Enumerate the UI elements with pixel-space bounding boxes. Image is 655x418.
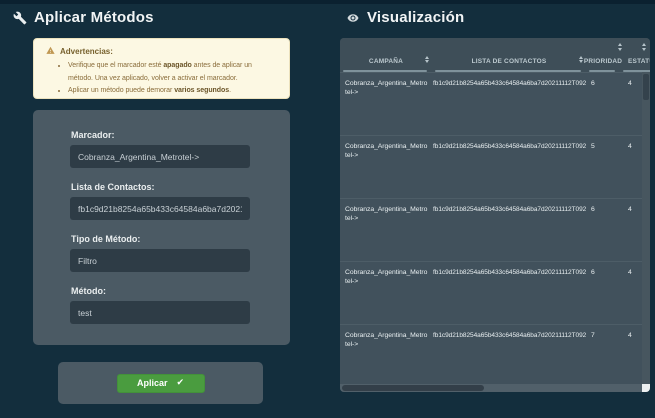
metodo-label: Método: — [71, 286, 250, 296]
table-row[interactable]: Cobranza_Argentina_Metrotel-> fb1c9d21b8… — [340, 72, 650, 135]
cell-lista-contactos: fb1c9d21b8254a65b433c64584a6ba7d20211112… — [432, 199, 586, 261]
cell-prioridad: 5 — [586, 136, 620, 198]
cell-campana: Cobranza_Argentina_Metrotel-> — [340, 262, 432, 324]
column-header-prioridad[interactable]: PRIORIDAD — [586, 38, 620, 72]
field-marcador: Marcador: — [70, 130, 250, 168]
visualization-title: Visualización — [346, 9, 464, 26]
metodo-input[interactable] — [70, 301, 250, 324]
apply-method-form: Marcador: Lista de Contactos: Tipo de Mé… — [33, 110, 290, 345]
warning-bullet-list: Verifique que el marcador esté apagado a… — [46, 60, 272, 98]
sort-icon[interactable] — [425, 56, 429, 64]
vertical-scrollbar[interactable] — [642, 72, 650, 384]
lista-contactos-input[interactable] — [70, 197, 250, 220]
table-header-row: CAMPAÑA LISTA DE CONTACTOS PRIORIDAD EST… — [340, 38, 650, 72]
warning-bullet: Aplicar un método puede demorar varios s… — [68, 85, 272, 98]
cell-prioridad: 6 — [586, 199, 620, 261]
visualization-table-panel: CAMPAÑA LISTA DE CONTACTOS PRIORIDAD EST… — [340, 38, 650, 392]
cell-lista-contactos: fb1c9d21b8254a65b433c64584a6ba7d20211112… — [432, 325, 586, 387]
vertical-scrollbar-thumb[interactable] — [643, 74, 649, 100]
table-row[interactable]: Cobranza_Argentina_Metrotel-> fb1c9d21b8… — [340, 261, 650, 324]
apply-button-label: Aplicar — [137, 378, 168, 388]
horizontal-scrollbar[interactable] — [340, 384, 642, 392]
apply-button[interactable]: Aplicar ✔ — [117, 374, 205, 393]
column-header-lista-contactos[interactable]: LISTA DE CONTACTOS — [432, 38, 586, 72]
top-edge-strip — [0, 0, 655, 4]
cell-campana: Cobranza_Argentina_Metrotel-> — [340, 199, 432, 261]
cell-prioridad: 6 — [586, 73, 620, 135]
warning-bullet: Verifique que el marcador esté apagado a… — [68, 60, 272, 85]
field-tipo-metodo: Tipo de Método: — [70, 234, 250, 272]
warning-title-label: Advertencias: — [60, 47, 113, 56]
cell-campana: Cobranza_Argentina_Metrotel-> — [340, 136, 432, 198]
table-row[interactable]: Cobranza_Argentina_Metrotel-> fb1c9d21b8… — [340, 198, 650, 261]
check-icon: ✔ — [176, 378, 184, 388]
field-metodo: Método: — [70, 286, 250, 324]
horizontal-scrollbar-thumb[interactable] — [342, 385, 484, 391]
cell-lista-contactos: fb1c9d21b8254a65b433c64584a6ba7d20211112… — [432, 73, 586, 135]
field-lista-contactos: Lista de Contactos: — [70, 182, 250, 220]
marcador-input[interactable] — [70, 145, 250, 168]
tipo-metodo-label: Tipo de Método: — [71, 234, 250, 244]
cell-campana: Cobranza_Argentina_Metrotel-> — [340, 73, 432, 135]
table-row[interactable]: Cobranza_Argentina_Metrotel-> fb1c9d21b8… — [340, 324, 650, 387]
sort-icon[interactable] — [579, 56, 583, 64]
marcador-label: Marcador: — [71, 130, 250, 140]
scrollbar-corner — [642, 384, 650, 392]
cell-lista-contactos: fb1c9d21b8254a65b433c64584a6ba7d20211112… — [432, 262, 586, 324]
column-header-campana[interactable]: CAMPAÑA — [340, 38, 432, 72]
eye-icon — [346, 12, 360, 24]
warning-triangle-icon — [46, 46, 55, 57]
cell-prioridad: 6 — [586, 262, 620, 324]
tipo-metodo-input[interactable] — [70, 249, 250, 272]
column-header-estatus[interactable]: ESTATUS — [620, 38, 650, 72]
lista-contactos-label: Lista de Contactos: — [71, 182, 250, 192]
wrench-icon — [13, 11, 27, 25]
apply-methods-title-label: Aplicar Métodos — [34, 9, 154, 26]
warnings-alert: Advertencias: Verifique que el marcador … — [33, 38, 290, 99]
apply-methods-title: Aplicar Métodos — [13, 9, 154, 26]
cell-prioridad: 7 — [586, 325, 620, 387]
cell-lista-contactos: fb1c9d21b8254a65b433c64584a6ba7d20211112… — [432, 136, 586, 198]
apply-button-card: Aplicar ✔ — [58, 362, 263, 404]
cell-campana: Cobranza_Argentina_Metrotel-> — [340, 325, 432, 387]
table-row[interactable]: Cobranza_Argentina_Metrotel-> fb1c9d21b8… — [340, 135, 650, 198]
visualization-table: CAMPAÑA LISTA DE CONTACTOS PRIORIDAD EST… — [340, 38, 650, 387]
sort-icon[interactable] — [642, 43, 646, 51]
visualization-title-label: Visualización — [367, 9, 464, 26]
